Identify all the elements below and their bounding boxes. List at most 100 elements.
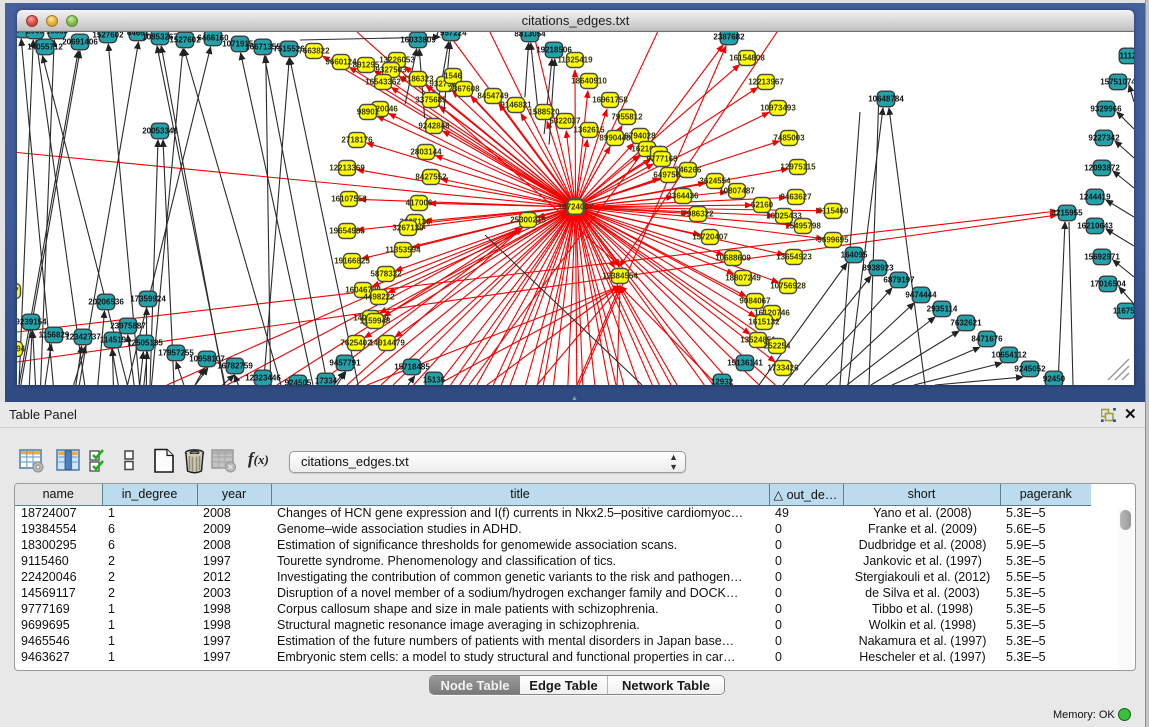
svg-text:12213369: 12213369 bbox=[329, 164, 365, 173]
svg-text:15495798: 15495798 bbox=[785, 222, 821, 231]
svg-text:10853: 10853 bbox=[46, 32, 69, 36]
svg-text:8454749: 8454749 bbox=[477, 92, 509, 101]
svg-text:9227342: 9227342 bbox=[1088, 134, 1120, 143]
svg-text:19654985: 19654985 bbox=[329, 227, 365, 236]
svg-text:9084067: 9084067 bbox=[739, 297, 771, 306]
svg-text:10973493: 10973493 bbox=[760, 104, 796, 113]
svg-text:6879197: 6879197 bbox=[883, 276, 915, 285]
svg-text:12342737: 12342737 bbox=[65, 333, 101, 342]
svg-text:15720407: 15720407 bbox=[692, 233, 728, 242]
svg-text:3624554: 3624554 bbox=[699, 177, 731, 186]
svg-text:1159948: 1159948 bbox=[360, 317, 391, 326]
svg-text:164095: 164095 bbox=[841, 251, 868, 260]
svg-text:12213967: 12213967 bbox=[748, 78, 784, 87]
svg-text:16107553: 16107553 bbox=[331, 195, 367, 204]
svg-text:12975115: 12975115 bbox=[780, 163, 816, 172]
svg-text:9457791: 9457791 bbox=[329, 359, 361, 368]
svg-text:9245052: 9245052 bbox=[1014, 365, 1046, 374]
svg-text:9777169: 9777169 bbox=[646, 155, 678, 164]
svg-text:1527602: 1527602 bbox=[92, 32, 124, 40]
svg-text:1588520: 1588520 bbox=[528, 108, 560, 117]
svg-text:16961758: 16961758 bbox=[592, 96, 628, 105]
svg-text:5878332: 5878332 bbox=[370, 270, 402, 279]
svg-text:1244419: 1244419 bbox=[1079, 193, 1111, 202]
svg-text:17359924: 17359924 bbox=[130, 295, 166, 304]
svg-text:9327503: 9327503 bbox=[375, 66, 407, 75]
svg-text:14914479: 14914479 bbox=[369, 339, 405, 348]
svg-text:9329966: 9329966 bbox=[1090, 105, 1122, 114]
svg-text:13654923: 13654923 bbox=[776, 253, 812, 262]
svg-text:12093872: 12093872 bbox=[1084, 164, 1120, 173]
svg-text:10756928: 10756928 bbox=[770, 282, 806, 291]
svg-text:18640910: 18640910 bbox=[571, 77, 607, 86]
svg-text:8471676: 8471676 bbox=[971, 335, 1003, 344]
svg-text:2935114: 2935114 bbox=[927, 305, 958, 314]
svg-text:9239154: 9239154 bbox=[17, 318, 47, 327]
svg-text:3267130: 3267130 bbox=[392, 224, 424, 233]
svg-text:15751074: 15751074 bbox=[1100, 78, 1134, 87]
svg-text:15136: 15136 bbox=[423, 376, 446, 385]
svg-text:53594: 53594 bbox=[17, 345, 26, 354]
svg-text:746266: 746266 bbox=[675, 166, 702, 175]
svg-text:18724007: 18724007 bbox=[558, 203, 594, 212]
svg-text:15692971: 15692971 bbox=[1084, 253, 1120, 262]
svg-text:92450: 92450 bbox=[1043, 375, 1066, 384]
svg-text:8427552: 8427552 bbox=[415, 173, 447, 182]
svg-text:19384554: 19384554 bbox=[602, 272, 638, 281]
svg-text:15136141: 15136141 bbox=[727, 359, 763, 368]
svg-text:2803144: 2803144 bbox=[410, 148, 442, 157]
svg-text:9463627: 9463627 bbox=[780, 193, 812, 202]
svg-text:7663822: 7663822 bbox=[298, 47, 330, 56]
svg-text:4498222: 4498222 bbox=[363, 293, 395, 302]
svg-text:20053346: 20053346 bbox=[142, 127, 178, 136]
svg-text:10807487: 10807487 bbox=[719, 187, 755, 196]
svg-text:9474444: 9474444 bbox=[905, 291, 937, 300]
svg-text:1546: 1546 bbox=[444, 72, 462, 81]
svg-text:11353594: 11353594 bbox=[385, 246, 421, 255]
svg-text:2069: 2069 bbox=[26, 32, 44, 36]
svg-text:12932: 12932 bbox=[711, 378, 734, 386]
svg-text:98901: 98901 bbox=[357, 108, 380, 117]
svg-text:3375685: 3375685 bbox=[415, 96, 447, 105]
svg-text:114519: 114519 bbox=[100, 336, 127, 345]
svg-text:6794028: 6794028 bbox=[624, 132, 656, 141]
svg-text:8813054: 8813054 bbox=[514, 32, 546, 39]
svg-text:16210643: 16210643 bbox=[1077, 222, 1113, 231]
svg-text:9699695: 9699695 bbox=[817, 236, 849, 245]
svg-text:17016504: 17016504 bbox=[1090, 280, 1126, 289]
svg-text:2718176: 2718176 bbox=[341, 136, 373, 145]
svg-text:12323446: 12323446 bbox=[245, 374, 281, 383]
svg-text:11325419: 11325419 bbox=[557, 56, 593, 65]
svg-text:10688609: 10688609 bbox=[715, 254, 751, 263]
svg-text:20206536: 20206536 bbox=[88, 298, 124, 307]
svg-text:7625402: 7625402 bbox=[340, 339, 372, 348]
svg-text:16033809: 16033809 bbox=[400, 36, 436, 45]
svg-text:252254: 252254 bbox=[764, 342, 791, 351]
svg-text:19218506: 19218506 bbox=[536, 46, 572, 55]
svg-text:23975887: 23975887 bbox=[110, 322, 146, 331]
svg-text:7955812: 7955812 bbox=[611, 113, 643, 122]
svg-text:19166825: 19166825 bbox=[334, 257, 370, 266]
svg-text:9115460: 9115460 bbox=[818, 207, 849, 216]
svg-text:10654112: 10654112 bbox=[991, 351, 1027, 360]
svg-text:1527602: 1527602 bbox=[169, 36, 201, 45]
svg-text:17334: 17334 bbox=[315, 377, 338, 386]
svg-text:116753: 116753 bbox=[1113, 307, 1134, 316]
svg-text:924505: 924505 bbox=[285, 379, 312, 386]
svg-text:1112: 1112 bbox=[1120, 52, 1134, 61]
svg-text:2367608: 2367608 bbox=[448, 85, 480, 94]
svg-text:62160: 62160 bbox=[751, 201, 774, 210]
svg-text:3215955: 3215955 bbox=[1051, 209, 1083, 218]
svg-text:7632621: 7632621 bbox=[950, 319, 982, 328]
svg-text:1733426: 1733426 bbox=[767, 364, 799, 373]
svg-text:18807249: 18807249 bbox=[725, 274, 761, 283]
svg-text:5322037: 5322037 bbox=[549, 117, 581, 126]
svg-text:9146821: 9146821 bbox=[500, 101, 532, 110]
svg-text:7986322: 7986322 bbox=[682, 210, 714, 219]
svg-text:15718485: 15718485 bbox=[394, 363, 430, 372]
svg-text:16154808: 16154808 bbox=[729, 54, 765, 63]
svg-text:16782759: 16782759 bbox=[217, 362, 253, 371]
svg-text:2364436: 2364436 bbox=[667, 192, 699, 201]
svg-text:9242848: 9242848 bbox=[418, 122, 450, 131]
svg-text:12505135: 12505135 bbox=[127, 339, 163, 348]
